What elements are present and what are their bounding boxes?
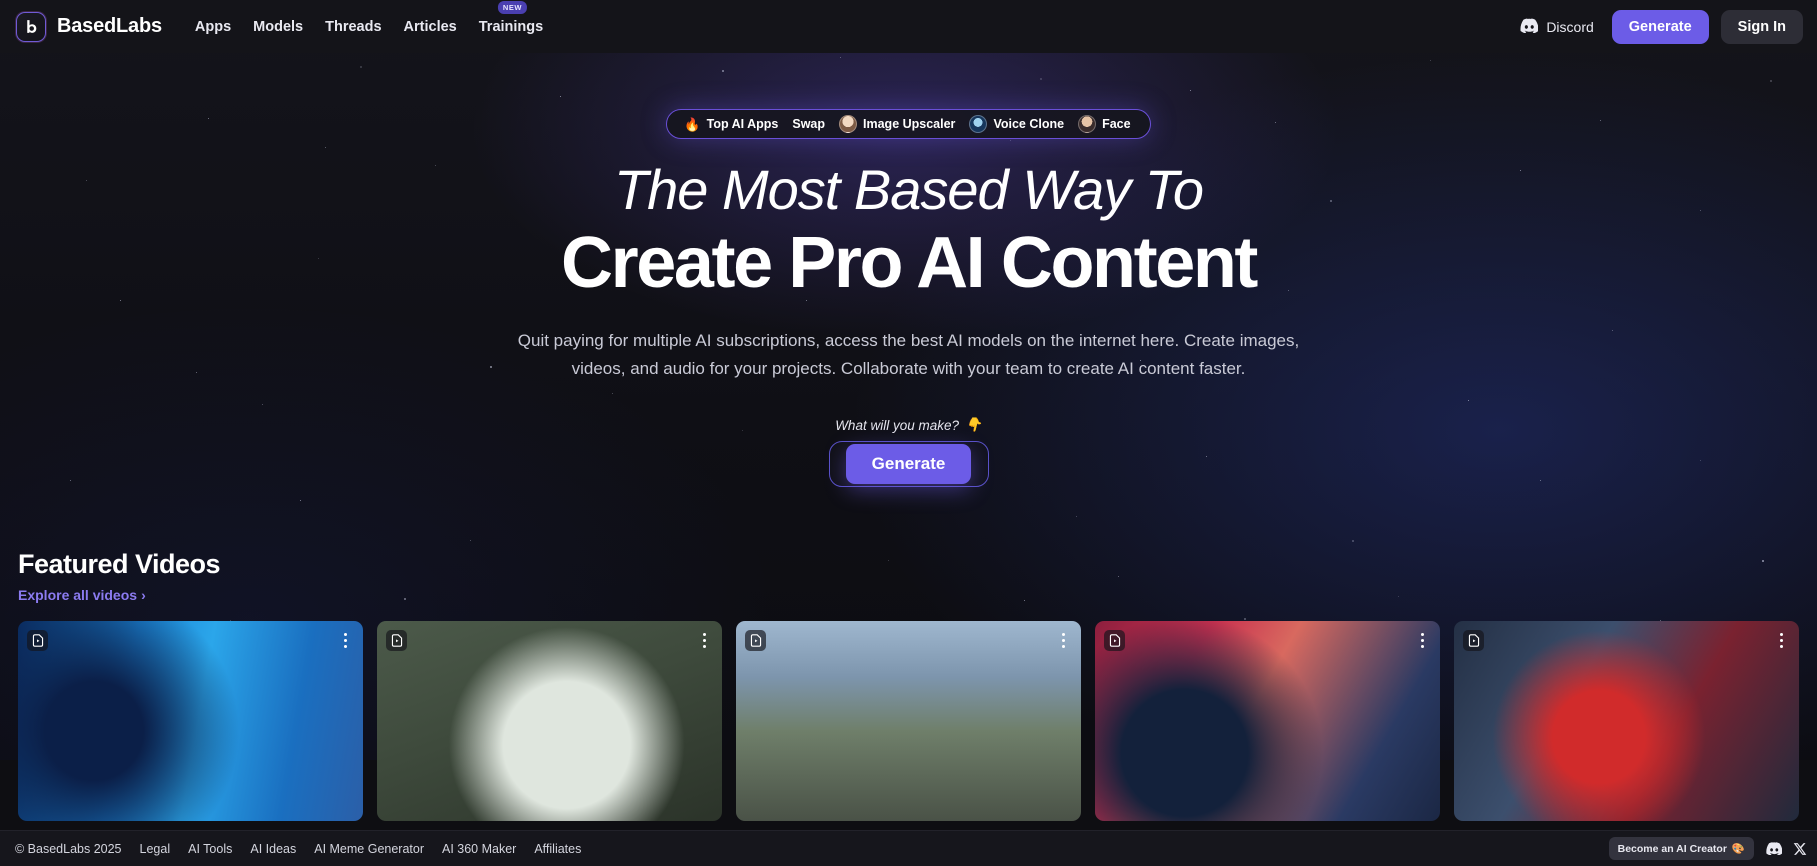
kebab-menu-icon[interactable] bbox=[1054, 629, 1072, 651]
footer-actions: Become an AI Creator 🎨 bbox=[1608, 837, 1807, 860]
pill-label: Image Upscaler bbox=[863, 117, 956, 131]
video-file-icon bbox=[745, 630, 766, 652]
video-file-icon bbox=[1463, 630, 1484, 652]
top-ai-apps-pill[interactable]: 🔥 Top AI Apps Swap Image Upscaler Voice … bbox=[666, 109, 1151, 139]
nav-link-articles[interactable]: Articles bbox=[393, 13, 468, 41]
generate-button-frame: Generate bbox=[828, 441, 989, 488]
kebab-menu-icon[interactable] bbox=[1772, 629, 1790, 651]
nav-link-label: Apps bbox=[194, 18, 232, 35]
pill-label: Voice Clone bbox=[993, 117, 1065, 131]
hero-section: 🔥 Top AI Apps Swap Image Upscaler Voice … bbox=[0, 109, 1817, 488]
explore-label: Explore all videos bbox=[18, 587, 138, 604]
page-title-line2: Create Pro AI Content bbox=[560, 222, 1258, 303]
navbar-actions: Discord Generate Sign In bbox=[1513, 9, 1803, 44]
become-ai-creator-button[interactable]: Become an AI Creator 🎨 bbox=[1608, 837, 1754, 860]
basedlabs-logo-icon bbox=[16, 11, 46, 42]
page-root: BasedLabs Apps Models Threads Articles N… bbox=[0, 0, 1817, 866]
footer-link-ai-meme-generator[interactable]: AI Meme Generator bbox=[305, 842, 433, 856]
make-label-text: What will you make? bbox=[835, 417, 959, 433]
video-file-icon bbox=[386, 630, 407, 652]
nav-link-apps[interactable]: Apps bbox=[184, 13, 242, 41]
hero-subtitle: Quit paying for multiple AI subscription… bbox=[517, 331, 1300, 379]
discord-icon bbox=[1519, 18, 1539, 36]
footer-links: © BasedLabs 2025 Legal AI Tools AI Ideas… bbox=[6, 842, 590, 856]
chevron-right-icon: › bbox=[141, 587, 146, 604]
pill-item-top-ai-apps[interactable]: 🔥 Top AI Apps bbox=[677, 117, 785, 131]
pill-label: Top AI Apps bbox=[706, 117, 779, 131]
footer-bar: © BasedLabs 2025 Legal AI Tools AI Ideas… bbox=[0, 830, 1817, 866]
navbar: BasedLabs Apps Models Threads Articles N… bbox=[0, 0, 1817, 53]
video-file-icon bbox=[27, 630, 48, 652]
featured-videos-section: Featured Videos Explore all videos › bbox=[0, 549, 1817, 822]
video-file-icon bbox=[1104, 630, 1125, 652]
footer-link-affiliates[interactable]: Affiliates bbox=[525, 842, 590, 856]
featured-videos-title: Featured Videos bbox=[18, 549, 221, 580]
footer-link-ai-360-maker[interactable]: AI 360 Maker bbox=[433, 842, 525, 856]
generate-button-hero[interactable]: Generate bbox=[845, 444, 972, 485]
discord-label: Discord bbox=[1546, 18, 1594, 35]
discord-icon[interactable] bbox=[1765, 842, 1782, 855]
video-card[interactable] bbox=[377, 621, 722, 822]
nav-link-label: Models bbox=[253, 18, 304, 35]
video-card[interactable] bbox=[1454, 621, 1799, 822]
kebab-menu-icon[interactable] bbox=[336, 629, 354, 651]
copyright-text: © BasedLabs 2025 bbox=[15, 841, 122, 856]
avatar bbox=[839, 115, 858, 133]
explore-all-videos-link[interactable]: Explore all videos › bbox=[18, 587, 146, 603]
pill-item-face[interactable]: Face bbox=[1071, 115, 1138, 133]
avatar bbox=[1078, 115, 1097, 133]
footer-link-ai-ideas[interactable]: AI Ideas bbox=[241, 842, 305, 856]
pill-item-image-upscaler[interactable]: Image Upscaler bbox=[832, 115, 962, 133]
x-twitter-icon[interactable] bbox=[1793, 842, 1807, 856]
brand[interactable]: BasedLabs bbox=[16, 11, 162, 42]
palette-icon: 🎨 bbox=[1731, 843, 1745, 855]
pill-label: Swap bbox=[792, 117, 826, 131]
nav-link-trainings[interactable]: NEW Trainings bbox=[468, 0, 554, 41]
discord-link[interactable]: Discord bbox=[1513, 14, 1599, 40]
brand-name: BasedLabs bbox=[57, 15, 162, 37]
video-card-list bbox=[18, 621, 1799, 822]
what-will-you-make-label: What will you make? 👇 bbox=[0, 417, 1817, 433]
avatar bbox=[969, 115, 988, 133]
footer-link-legal[interactable]: Legal bbox=[131, 842, 180, 856]
fire-icon: 🔥 bbox=[684, 116, 701, 132]
kebab-menu-icon[interactable] bbox=[1413, 629, 1431, 651]
video-card[interactable] bbox=[18, 621, 363, 822]
pill-label: Face bbox=[1102, 117, 1131, 131]
footer-link-ai-tools[interactable]: AI Tools bbox=[179, 842, 241, 856]
video-card[interactable] bbox=[736, 621, 1081, 822]
kebab-menu-icon[interactable] bbox=[695, 629, 713, 651]
video-card[interactable] bbox=[1095, 621, 1440, 822]
nav-links: Apps Models Threads Articles NEW Trainin… bbox=[184, 0, 554, 41]
nav-link-label: Articles bbox=[403, 18, 457, 35]
nav-link-label: Trainings bbox=[478, 18, 544, 35]
pill-item-voice-clone[interactable]: Voice Clone bbox=[962, 115, 1071, 133]
page-title-line1: The Most Based Way To bbox=[613, 158, 1204, 221]
generate-button-nav[interactable]: Generate bbox=[1611, 9, 1709, 44]
new-badge: NEW bbox=[497, 0, 527, 14]
pill-item-swap[interactable]: Swap bbox=[785, 117, 832, 131]
signin-button[interactable]: Sign In bbox=[1720, 9, 1803, 44]
nav-link-label: Threads bbox=[325, 18, 382, 35]
pointing-down-icon: 👇 bbox=[964, 417, 982, 433]
nav-link-threads[interactable]: Threads bbox=[314, 13, 392, 41]
nav-link-models[interactable]: Models bbox=[242, 13, 314, 41]
creator-label: Become an AI Creator bbox=[1617, 842, 1727, 855]
